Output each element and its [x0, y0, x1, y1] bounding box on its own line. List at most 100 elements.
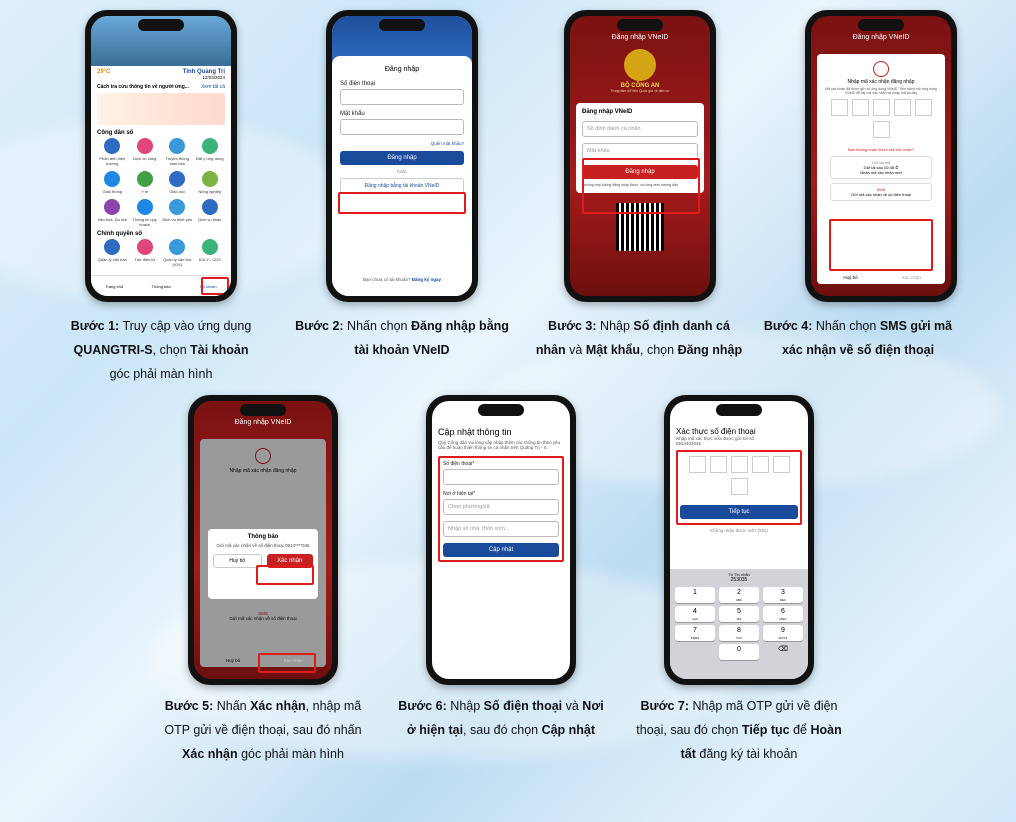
caption-text: và	[565, 343, 586, 357]
nav-home[interactable]: Trang chủ	[105, 284, 123, 289]
app-shortcut[interactable]: Thư điện tử	[130, 239, 161, 267]
notice-desc: Gửi mã xác nhận về số điện thoại 0914***…	[216, 543, 310, 548]
app-icon	[136, 138, 153, 154]
caption-text: góc phải màn hình	[109, 367, 213, 381]
keypad-key[interactable]: 7 PQRS	[675, 625, 715, 641]
app-shortcut[interactable]: Văn hóa, Du lịch	[97, 199, 128, 227]
app-icon	[136, 171, 153, 187]
sms-desc: Gửi mã xác nhận về số điện thoại	[229, 616, 297, 621]
app-shortcut[interactable]: Thông tin quy hoạch	[130, 199, 161, 227]
resend-option[interactable]: Gửi lại mã Gửi lại sau 02:48 ⏱ Nhận mã x…	[830, 156, 932, 179]
phone-label: Số điện thoại	[340, 81, 376, 87]
page-title: Xác thực số điện thoại	[676, 427, 756, 436]
keypad-key[interactable]: 5 JKL	[719, 606, 759, 622]
weather-row: 29°C Tỉnh Quảng Trị 12/03/2024	[91, 66, 231, 84]
caption-bold: Xác nhận	[182, 747, 238, 761]
forgot-link[interactable]: Quên mật khẩu?	[340, 141, 464, 146]
keyboard-suggestion[interactable]: Từ Tin nhắn 253035	[675, 572, 803, 583]
see-all-link[interactable]: Xem tất cả	[201, 84, 225, 90]
caption-text: Nhập	[596, 319, 634, 333]
app-icon	[104, 199, 121, 215]
keypad: 1 2 ABC 3 DEF 4 GHI 5 JKL 6 MNO 7 PQRS 8 TUV 9 WXYZ 0 ⌫	[675, 587, 803, 660]
phone-step2: Đăng nhập Số điện thoại Mật khẩu Quên mậ…	[326, 10, 478, 302]
app-shortcut[interactable]: Đặt ý ứng dụng	[195, 138, 226, 166]
keypad-key[interactable]: 3 DEF	[763, 587, 803, 603]
modal-actions: Huỷ bỏ Xác nhận	[822, 275, 940, 280]
app-shortcut-label: Thông tin quy hoạch	[132, 217, 157, 227]
numeric-keyboard: Từ Tin nhắn 253035 1 2 ABC 3 DEF 4 GHI 5 JKL 6 MNO…	[670, 569, 808, 679]
phone-notch	[240, 404, 286, 416]
sms-desc: Gửi mã xác nhận về số điện thoại	[851, 192, 911, 197]
login-button[interactable]: Đăng nhập	[340, 151, 464, 165]
app-shortcut-label: Giao thông	[102, 189, 123, 194]
app-shortcut[interactable]: Nông nghiệp	[195, 171, 226, 194]
nav-notifications[interactable]: Thông báo	[152, 284, 171, 289]
news-title[interactable]: Cách tra cứu thông tin về người ứng...	[97, 84, 189, 90]
keypad-key[interactable]: 8 TUV	[719, 625, 759, 641]
phone-step5: Đăng nhập VNeID Nhập mã xác nhận đăng nh…	[188, 395, 338, 685]
resend-text[interactable]: Không nhận được mã? (50s)	[676, 528, 802, 533]
backspace-icon[interactable]: ⌫	[763, 644, 803, 660]
step-label: Bước 7:	[640, 699, 689, 713]
key-letters: JKL	[736, 617, 742, 621]
id-field[interactable]: Số định danh cá nhân	[582, 121, 698, 137]
otp-boxes[interactable]	[680, 456, 798, 500]
ward-select[interactable]: Chọn phường/xã	[443, 499, 559, 515]
app-shortcut[interactable]: Y tế	[130, 171, 161, 194]
section-title: Chính quyền số	[97, 231, 142, 237]
confirm-button[interactable]: Xác nhận	[883, 275, 940, 280]
keypad-key[interactable]: 9 WXYZ	[763, 625, 803, 641]
app-shortcut[interactable]: Quản lý văn bản	[97, 239, 128, 267]
phone-notch	[138, 19, 184, 31]
highlight-box	[582, 158, 700, 214]
step-label: Bước 3:	[548, 319, 597, 333]
app-shortcut-label: Giáo dục	[169, 189, 186, 194]
new-code-label: Nhận mã xác nhận mới	[860, 170, 902, 175]
caption-text: Truy cập vào ứng dụng	[119, 319, 252, 333]
step-label: Bước 5:	[164, 699, 214, 713]
app-shortcut[interactable]: Phản ánh hiện trường	[97, 138, 128, 166]
citizen-icon-grid: Phản ánh hiện trường Dịch vụ công Truyền t…	[91, 138, 231, 227]
key-letters: DEF	[780, 598, 786, 602]
app-shortcut[interactable]: Truyền thông cảm bản	[162, 138, 193, 166]
update-button[interactable]: Cập nhật	[443, 543, 559, 557]
phone-field[interactable]	[443, 469, 559, 485]
keypad-key[interactable]: 2 ABC	[719, 587, 759, 603]
phone-screen: Xác thực số điện thoại Nhập mã xác thực …	[670, 401, 808, 679]
app-shortcut[interactable]: Giao thông	[97, 171, 128, 194]
cancel-button[interactable]: Huỷ bỏ	[205, 658, 261, 663]
no-account-text: Bạn chưa có tài khoản?	[362, 277, 411, 282]
cancel-button[interactable]: Huỷ bỏ	[822, 275, 879, 280]
caption-step1: Bước 1: Truy cập vào ứng dụng QUANGTRI-S…	[68, 314, 254, 386]
keypad-key[interactable]: 1	[675, 587, 715, 603]
caption-text: , chọn	[640, 343, 678, 357]
keypad-key[interactable]: 6 MNO	[763, 606, 803, 622]
sms-option[interactable]: SMS Gửi mã xác nhận về số điện thoại	[206, 611, 320, 621]
keypad-key[interactable]: 4 GHI	[675, 606, 715, 622]
keypad-key[interactable]: 0	[719, 644, 759, 660]
key-letters: WXYZ	[778, 636, 788, 640]
app-shortcut[interactable]: Dịch vụ công	[130, 138, 161, 166]
phone-step4: Đăng nhập VNeID Nhập mã xác nhận đăng nh…	[805, 10, 957, 302]
register-link[interactable]: Đăng ký ngay	[412, 277, 441, 282]
app-shortcut[interactable]: Dịch vụ thiết yếu	[162, 199, 193, 227]
not-received-text: Bạn không nhận được mã xác nhận?	[847, 147, 914, 152]
app-shortcut[interactable]: Quản lý văn thư (IOV)	[162, 239, 193, 267]
app-shortcut-label: Dịch vụ công	[133, 156, 157, 161]
app-shortcut[interactable]: Giáo dục	[162, 171, 193, 194]
news-banner[interactable]	[97, 93, 225, 125]
otp-boxes[interactable]	[822, 99, 940, 143]
password-field[interactable]: Mật khẩu	[582, 143, 698, 159]
app-shortcut[interactable]: Dịch vụ khác	[195, 199, 226, 227]
phone-notch	[617, 19, 663, 31]
phone-field[interactable]	[340, 89, 464, 105]
caption-text: và	[562, 699, 583, 713]
app-shortcut[interactable]: KULY - CDS	[195, 239, 226, 267]
street-field[interactable]: Nhập số nhà, thôn xóm...	[443, 521, 559, 537]
step-label: Bước 1:	[70, 319, 120, 333]
sms-option[interactable]: SMS Gửi mã xác nhận về số điện thoại	[830, 183, 932, 201]
cancel-button[interactable]: Huỷ bỏ	[213, 554, 262, 568]
caption-bold: Tiếp tục	[741, 723, 790, 737]
password-field[interactable]	[340, 119, 464, 135]
continue-button[interactable]: Tiếp tục	[680, 505, 798, 519]
